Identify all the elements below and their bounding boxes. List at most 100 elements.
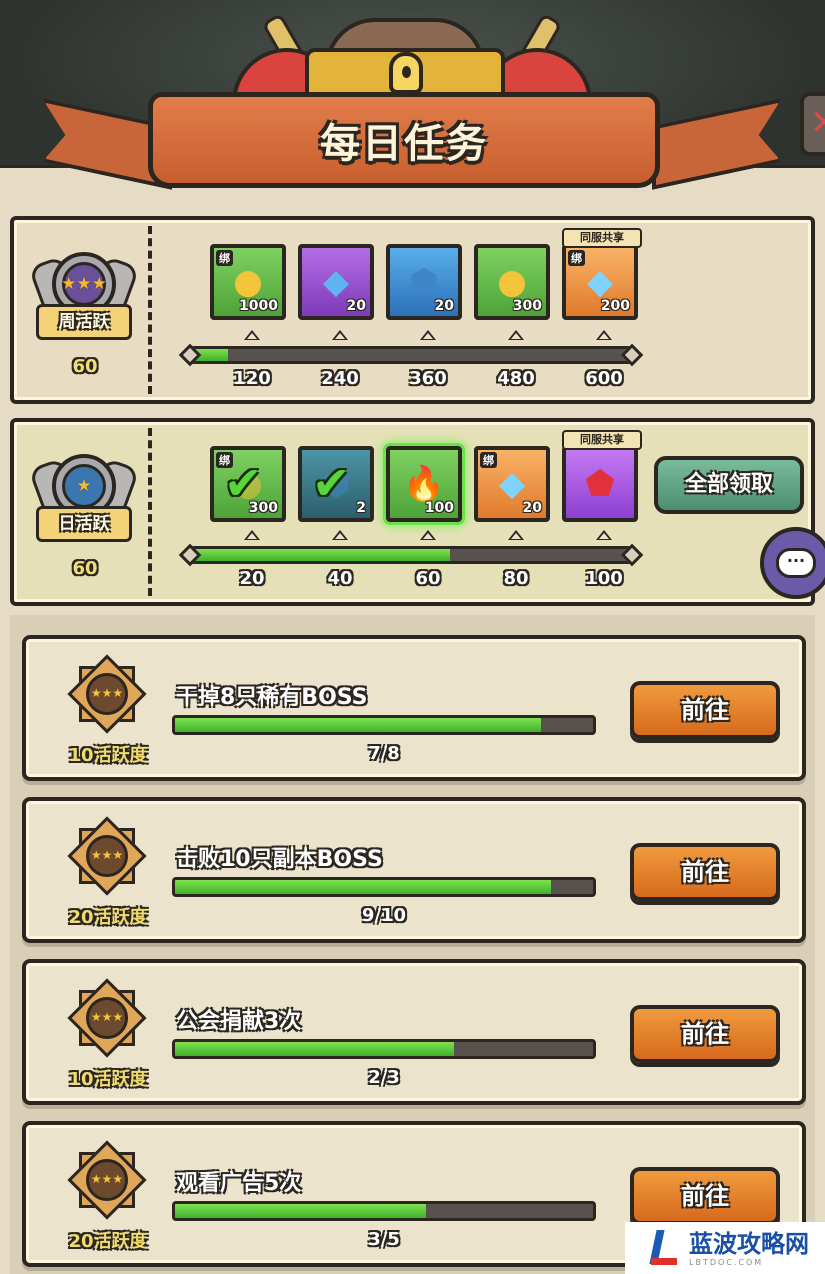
task-activity-points: 20活跃度 [68,1231,148,1252]
task-progress-count: 9/10 [361,905,407,926]
daily-progress-bar [176,543,646,567]
go-button[interactable]: 前往 [630,1005,780,1063]
task-row: ★★★ 10活跃度 公会捐献3次 2/3 前往 [22,959,806,1105]
task-name: 干掉8只稀有BOSS [176,685,368,710]
gold-coin-icon: ● [233,262,263,302]
reward-slot[interactable]: ◆ 20 [298,244,374,320]
section-divider [148,226,152,394]
reward-slot[interactable]: ⬟ 同服共享 [562,430,642,522]
milestone-label: 100 [585,568,623,589]
star-icon: ★★★ [61,262,107,306]
reward-slot[interactable]: ⬢ 2 ✔ [298,446,374,522]
task-activity-points: 10活跃度 [68,1069,148,1090]
reward-amount: 200 [600,298,630,314]
reward-amount: 20 [434,298,454,314]
claimed-check-icon: ✔ [312,456,351,510]
gold-coin-icon: ● [497,262,527,302]
task-list[interactable]: ★★★ 10活跃度 干掉8只稀有BOSS 7/8 前往 ★★★ 20活跃度 击败10只副本BO… [10,615,815,1274]
activity-sun-icon: ★★★ [67,978,147,1058]
daily-activity-badge: ★ 日活跃 [28,448,140,556]
task-activity-points: 20活跃度 [68,907,148,928]
claimed-check-icon: ✔ [224,456,263,510]
reward-slot[interactable]: ● 绑 300 ✔ [210,446,286,522]
blue-ore-icon: ◆ [322,262,350,302]
task-row: ★★★ 10活跃度 干掉8只稀有BOSS 7/8 前往 [22,635,806,781]
claim-all-button[interactable]: 全部领取 [654,456,804,514]
star-stone-icon: ⬢ [409,262,439,302]
milestone-marker [508,530,524,540]
weekly-activity-badge: ★★★ 周活跃 [28,246,140,354]
milestone-label: 80 [503,568,529,589]
red-gem-icon: ⬟ [585,464,615,504]
title-banner: 每日任务 [148,92,660,188]
milestone-label: 40 [327,568,353,589]
reward-amount: 100 [424,500,454,516]
diamond-icon: ◆ [586,262,614,302]
chat-button[interactable]: ··· [760,527,825,599]
milestone-marker [244,530,260,540]
reward-amount: 2 [356,500,366,516]
bound-tag: 绑 [568,250,585,266]
daily-activity-section: ★ 日活跃 60 全部领取 ● 绑 300 ✔ ⬢ 2 ✔ 🔥 100 ◆ 绑 20 ⬟ 同服共享 20 40… [10,418,815,606]
task-row: ★★★ 20活跃度 击败10只副本BOSS 9/10 前往 [22,797,806,943]
weekly-activity-value: 60 [72,356,98,377]
go-button[interactable]: 前往 [630,1167,780,1225]
task-progress-count: 3/5 [368,1229,400,1250]
go-button[interactable]: 前往 [630,681,780,739]
section-divider [148,428,152,596]
reward-amount: 20 [346,298,366,314]
page-title: 每日任务 [320,121,488,167]
milestone-marker [596,330,612,340]
milestone-marker [420,330,436,340]
reward-slot[interactable]: ◆ 绑 20 [474,446,550,522]
reward-amount: 300 [512,298,542,314]
milestone-label: 360 [409,368,447,389]
milestone-label: 20 [239,568,265,589]
milestone-label: 120 [233,368,271,389]
campfire-icon: 🔥 [402,464,446,504]
reward-slot[interactable]: ⬢ 20 [386,244,462,320]
reward-slot[interactable]: ● 300 [474,244,550,320]
milestone-label: 480 [497,368,535,389]
milestone-label: 60 [415,568,441,589]
site-watermark: 蓝波攻略网 LBTDOC.COM [625,1222,825,1274]
daily-badge-label: 日活跃 [36,506,132,542]
milestone-marker [244,330,260,340]
milestone-marker [332,530,348,540]
task-progress-bar [172,1201,596,1221]
task-activity-points: 10活跃度 [68,745,148,766]
reward-slot[interactable]: ● 绑 1000 [210,244,286,320]
weekly-activity-section: ★★★ 周活跃 60 ● 绑 1000 ◆ 20 ⬢ 20 ● 300 ◆ 绑 200 同服共享 120 2… [10,216,815,404]
chat-bubble-icon: ··· [776,548,816,578]
server-share-tag: 同服共享 [562,430,642,450]
task-progress-fill [175,1042,454,1056]
go-button[interactable]: 前往 [630,843,780,901]
watermark-brand: 蓝波攻略网 [689,1229,809,1258]
task-name: 公会捐献3次 [176,1009,302,1034]
task-progress-bar [172,1039,596,1059]
reward-amount: 20 [522,500,542,516]
activity-sun-icon: ★★★ [67,816,147,896]
activity-sun-icon: ★★★ [67,1140,147,1220]
milestone-marker [508,330,524,340]
milestone-marker [596,530,612,540]
daily-activity-value: 60 [72,558,98,579]
server-share-tag: 同服共享 [562,228,642,248]
task-progress-bar [172,877,596,897]
reward-slot[interactable]: 🔥 100 [386,446,462,522]
weekly-badge-label: 周活跃 [36,304,132,340]
task-progress-bar [172,715,596,735]
activity-sun-icon: ★★★ [67,654,147,734]
milestone-label: 240 [321,368,359,389]
bound-tag: 绑 [216,250,233,266]
reward-slot[interactable]: ◆ 绑 200 同服共享 [562,228,642,320]
task-progress-fill [175,1204,426,1218]
close-button[interactable]: ✕ [800,92,825,156]
task-name: 观看广告5次 [176,1171,302,1196]
task-name: 击败10只副本BOSS [176,847,383,872]
task-progress-fill [175,718,541,732]
task-progress-count: 7/8 [368,743,400,764]
reward-amount: 1000 [239,298,278,314]
task-progress-fill [175,880,552,894]
task-progress-count: 2/3 [368,1067,400,1088]
